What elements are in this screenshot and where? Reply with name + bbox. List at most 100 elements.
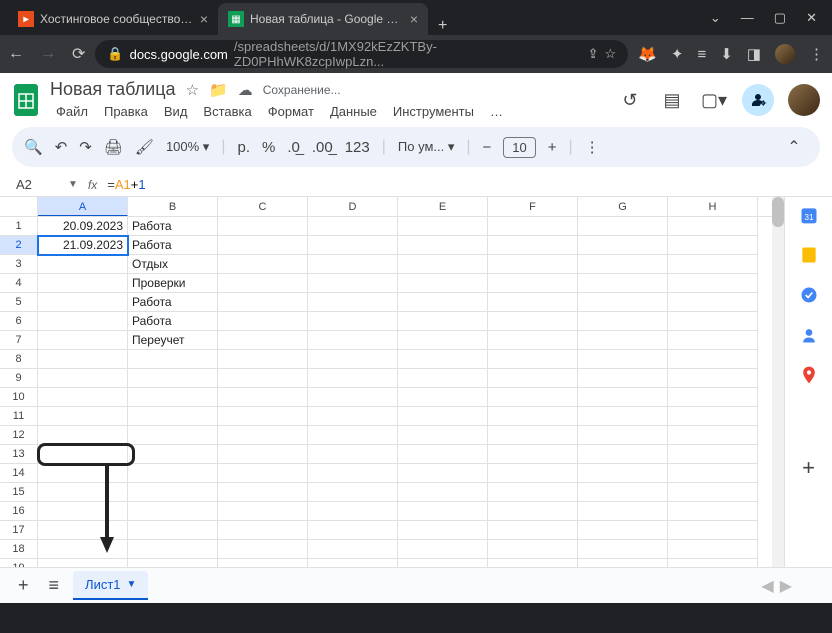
meet-icon[interactable]: ▢▾ [700, 86, 728, 114]
cell[interactable] [308, 255, 398, 274]
cell[interactable] [218, 236, 308, 255]
cell[interactable] [578, 274, 668, 293]
cell[interactable] [38, 293, 128, 312]
cell[interactable] [578, 388, 668, 407]
cell[interactable] [38, 369, 128, 388]
cell[interactable] [398, 426, 488, 445]
cell[interactable] [578, 521, 668, 540]
column-header[interactable]: D [308, 197, 398, 216]
cell[interactable] [38, 407, 128, 426]
column-header[interactable]: G [578, 197, 668, 216]
cell[interactable] [218, 559, 308, 567]
row-header[interactable]: 5 [0, 293, 38, 312]
cell[interactable] [218, 445, 308, 464]
cell[interactable] [308, 217, 398, 236]
document-title[interactable]: Новая таблица [50, 79, 176, 100]
paint-format-icon[interactable]: 🖌 [135, 138, 154, 156]
cell[interactable] [668, 464, 758, 483]
cell[interactable] [308, 445, 398, 464]
cell[interactable]: 20.09.2023 [38, 217, 128, 236]
cell[interactable] [308, 540, 398, 559]
cell[interactable] [218, 521, 308, 540]
cell[interactable] [668, 407, 758, 426]
row-header[interactable]: 12 [0, 426, 38, 445]
sheets-logo-icon[interactable] [12, 82, 40, 118]
cell[interactable] [488, 217, 578, 236]
cell[interactable] [488, 236, 578, 255]
cell[interactable] [578, 331, 668, 350]
reload-icon[interactable]: ⟳ [72, 44, 85, 64]
collapse-toolbar-icon[interactable]: ⌃ [780, 133, 808, 161]
cell[interactable] [488, 464, 578, 483]
cell[interactable] [218, 502, 308, 521]
undo-icon[interactable]: ↶ [55, 138, 68, 156]
cell[interactable] [218, 464, 308, 483]
formula-input[interactable]: =A1+1 [107, 177, 824, 192]
cell[interactable] [668, 350, 758, 369]
playlist-icon[interactable]: ≡ [697, 46, 706, 63]
row-header[interactable]: 2 [0, 236, 38, 255]
cell[interactable] [668, 521, 758, 540]
comments-icon[interactable]: ▤ [658, 86, 686, 114]
cell[interactable] [488, 407, 578, 426]
cell[interactable] [308, 502, 398, 521]
cell[interactable] [128, 464, 218, 483]
cell[interactable] [668, 312, 758, 331]
row-header[interactable]: 18 [0, 540, 38, 559]
download-icon[interactable]: ⬇ [720, 45, 733, 63]
cell[interactable] [488, 521, 578, 540]
cell[interactable] [488, 350, 578, 369]
history-icon[interactable]: ↺ [616, 86, 644, 114]
cell[interactable] [578, 426, 668, 445]
column-header[interactable]: E [398, 197, 488, 216]
search-icon[interactable]: 🔍 [24, 138, 43, 156]
cell[interactable] [668, 293, 758, 312]
cell[interactable] [38, 350, 128, 369]
cell[interactable] [38, 445, 128, 464]
menu-format[interactable]: Формат [262, 102, 320, 121]
all-sheets-icon[interactable]: ≡ [43, 575, 66, 596]
cell[interactable]: Работа [128, 312, 218, 331]
cell[interactable] [38, 502, 128, 521]
chevron-down-icon[interactable]: ⌄ [710, 10, 721, 26]
cell[interactable] [128, 502, 218, 521]
cell[interactable]: Работа [128, 236, 218, 255]
currency-button[interactable]: р. [237, 139, 250, 156]
extension-icon[interactable]: 🦊 [638, 45, 657, 63]
move-folder-icon[interactable]: 📁 [209, 81, 228, 99]
cell[interactable] [578, 502, 668, 521]
cell[interactable] [38, 521, 128, 540]
cell[interactable] [38, 559, 128, 567]
browser-tab[interactable]: ▸ Хостинговое сообщество «Time... × [8, 3, 218, 35]
cell[interactable] [308, 274, 398, 293]
cell[interactable] [398, 559, 488, 567]
cell[interactable] [308, 331, 398, 350]
cell[interactable] [398, 312, 488, 331]
cell[interactable] [128, 350, 218, 369]
cell[interactable] [308, 293, 398, 312]
cell[interactable] [488, 274, 578, 293]
print-icon[interactable]: 🖨 [104, 138, 123, 156]
cell[interactable] [128, 445, 218, 464]
cell[interactable] [398, 521, 488, 540]
cell[interactable] [668, 445, 758, 464]
cell[interactable] [578, 255, 668, 274]
cell[interactable] [218, 312, 308, 331]
row-header[interactable]: 17 [0, 521, 38, 540]
number-format-button[interactable]: 123 [345, 139, 370, 156]
decrease-decimal-icon[interactable]: .0̲ [287, 139, 300, 156]
cell[interactable] [218, 426, 308, 445]
cell[interactable] [218, 331, 308, 350]
cell[interactable] [398, 540, 488, 559]
share-url-icon[interactable]: ⇪ [588, 46, 599, 62]
cell[interactable] [578, 217, 668, 236]
row-header[interactable]: 8 [0, 350, 38, 369]
more-toolbar-icon[interactable]: ⋮ [585, 138, 600, 156]
menu-tools[interactable]: Инструменты [387, 102, 480, 121]
cell[interactable] [488, 331, 578, 350]
cell[interactable] [488, 483, 578, 502]
maximize-icon[interactable]: ▢ [774, 10, 786, 26]
column-header[interactable]: H [668, 197, 758, 216]
close-window-icon[interactable]: ✕ [806, 10, 817, 26]
menu-file[interactable]: Файл [50, 102, 94, 121]
